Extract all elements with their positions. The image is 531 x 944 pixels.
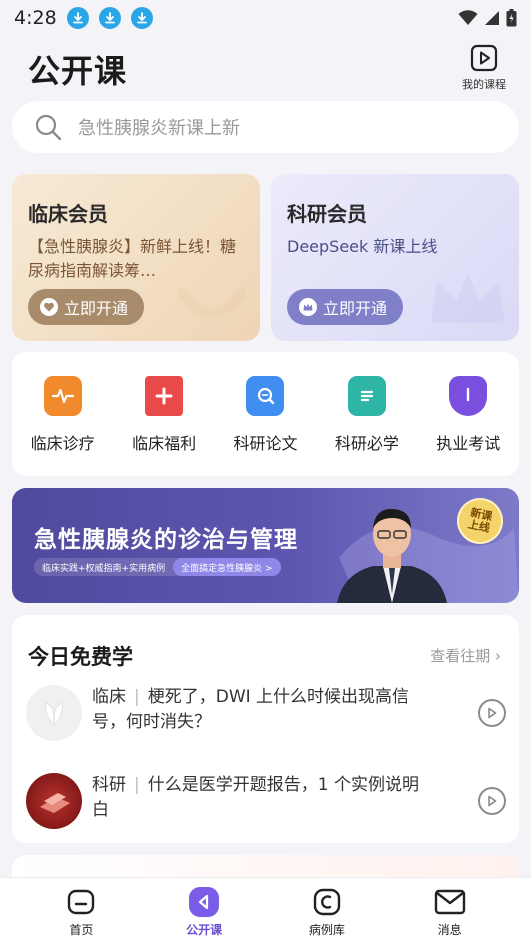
- status-bar: 4:28: [0, 0, 531, 36]
- banner-tags-text: 临床实践+权威指南+实用病例: [42, 563, 166, 574]
- my-course-label: 我的课程: [462, 78, 506, 91]
- quick-entry-label: 科研论文: [233, 434, 298, 453]
- quick-entry-panel: 临床诊疗 临床福利 科研论文 科研必学 执业考试: [12, 352, 519, 476]
- card-title: 科研会员: [287, 202, 367, 226]
- lesson-category: 临床: [92, 687, 126, 707]
- lesson-text: 临床 | 梗死了，DWI 上什么时候出现高信号，何时消失？: [92, 685, 432, 735]
- search-icon: [35, 114, 62, 141]
- badge-text: 新课上线: [466, 505, 494, 536]
- quick-entry-licensing-exam[interactable]: 执业考试: [420, 376, 516, 454]
- heart-icon: [40, 298, 58, 316]
- lesson-category: 科研: [92, 775, 126, 795]
- card-title: 临床会员: [28, 202, 108, 226]
- tab-label: 公开课: [186, 923, 223, 937]
- open-research-button[interactable]: 立即开通: [287, 289, 404, 325]
- free-today-panel: 今日免费学 查看往期 › 临床 | 梗死了，DWI 上什么时候出现高信号，何时消失？…: [12, 615, 519, 843]
- quick-entry-clinical-diagnosis[interactable]: 临床诊疗: [15, 376, 111, 454]
- presenter-photo: [337, 508, 447, 603]
- see-past-link[interactable]: 查看往期 ›: [430, 645, 501, 666]
- lesson-separator: |: [134, 687, 140, 707]
- open-button-label: 立即开通: [323, 299, 388, 318]
- status-indicators: [458, 9, 517, 27]
- lesson-title: 什么是医学开题报告，1 个实例说明白: [92, 775, 419, 820]
- open-button-label: 立即开通: [64, 299, 129, 318]
- lesson-text: 科研 | 什么是医学开题报告，1 个实例说明白: [92, 773, 432, 823]
- signal-icon: [485, 11, 499, 25]
- lesson-separator: |: [134, 775, 140, 795]
- quick-entry-research-papers[interactable]: 科研论文: [217, 376, 313, 454]
- lesson-thumbnail: [26, 773, 82, 829]
- tab-open-course[interactable]: 公开课: [164, 878, 244, 944]
- clinical-member-card[interactable]: 临床会员 【急性胰腺炎】新鲜上线！糖尿病指南解读筹… 立即开通: [12, 174, 260, 341]
- quick-entry-label: 执业考试: [436, 434, 501, 453]
- quick-entry-research-essentials[interactable]: 科研必学: [319, 376, 415, 454]
- download-icon: [130, 7, 153, 29]
- search-placeholder: 急性胰腺炎新课上新: [78, 118, 240, 139]
- lesson-thumbnail: [26, 685, 82, 741]
- quick-entry-label: 科研必学: [334, 434, 399, 453]
- banner-tags: 临床实践+权威指南+实用病例 全面搞定急性胰腺炎 >: [34, 558, 281, 576]
- battery-icon: [506, 9, 517, 27]
- crown-decoration-icon: [431, 273, 505, 323]
- quick-entry-clinical-benefits[interactable]: 临床福利: [116, 376, 212, 454]
- bottom-tab-bar: 首页 公开课 病例库 消息: [0, 877, 531, 944]
- research-member-card[interactable]: 科研会员 DeepSeek 新课上线 立即开通: [271, 174, 519, 341]
- open-clinical-button[interactable]: 立即开通: [28, 289, 145, 325]
- status-time: 4:28: [14, 7, 57, 29]
- quick-entry-label: 临床福利: [132, 434, 197, 453]
- document-icon: [347, 376, 386, 416]
- tab-label: 首页: [69, 923, 94, 937]
- lesson-item[interactable]: 科研 | 什么是医学开题报告，1 个实例说明白: [26, 773, 506, 829]
- course-banner[interactable]: 急性胰腺炎的诊治与管理 临床实践+权威指南+实用病例 全面搞定急性胰腺炎 > 新…: [12, 488, 519, 603]
- tab-label: 病例库: [308, 923, 345, 937]
- gift-plus-icon: [145, 376, 184, 416]
- banner-cta[interactable]: 全面搞定急性胰腺炎 >: [173, 558, 281, 576]
- download-icon: [66, 7, 89, 29]
- lesson-item[interactable]: 临床 | 梗死了，DWI 上什么时候出现高信号，何时消失？: [26, 685, 506, 741]
- tab-home[interactable]: 首页: [41, 878, 121, 944]
- quick-entry-label: 临床诊疗: [30, 434, 95, 453]
- pulse-icon: [43, 376, 82, 416]
- open-course-icon: [188, 886, 220, 918]
- search-bar[interactable]: 急性胰腺炎新课上新: [12, 101, 519, 153]
- header: 公开课: [28, 46, 127, 92]
- wifi-icon: [458, 10, 478, 25]
- banner-title: 急性胰腺炎的诊治与管理: [34, 527, 298, 553]
- tab-case-library[interactable]: 病例库: [287, 878, 367, 944]
- case-library-icon: [311, 886, 343, 918]
- home-icon: [65, 886, 97, 918]
- mail-icon: [434, 886, 466, 918]
- download-icon: [98, 7, 121, 29]
- smile-decoration-icon: [177, 288, 247, 318]
- tab-label: 消息: [437, 923, 462, 937]
- my-course-button[interactable]: 我的课程: [459, 44, 509, 92]
- crown-icon: [299, 298, 317, 316]
- search-paper-icon: [246, 376, 285, 416]
- play-icon[interactable]: [478, 787, 506, 815]
- play-icon[interactable]: [478, 699, 506, 727]
- page-title: 公开课: [28, 52, 128, 90]
- tab-messages[interactable]: 消息: [410, 878, 490, 944]
- certificate-icon: [449, 376, 488, 416]
- play-square-icon: [470, 44, 498, 72]
- section-title: 今日免费学: [28, 645, 133, 669]
